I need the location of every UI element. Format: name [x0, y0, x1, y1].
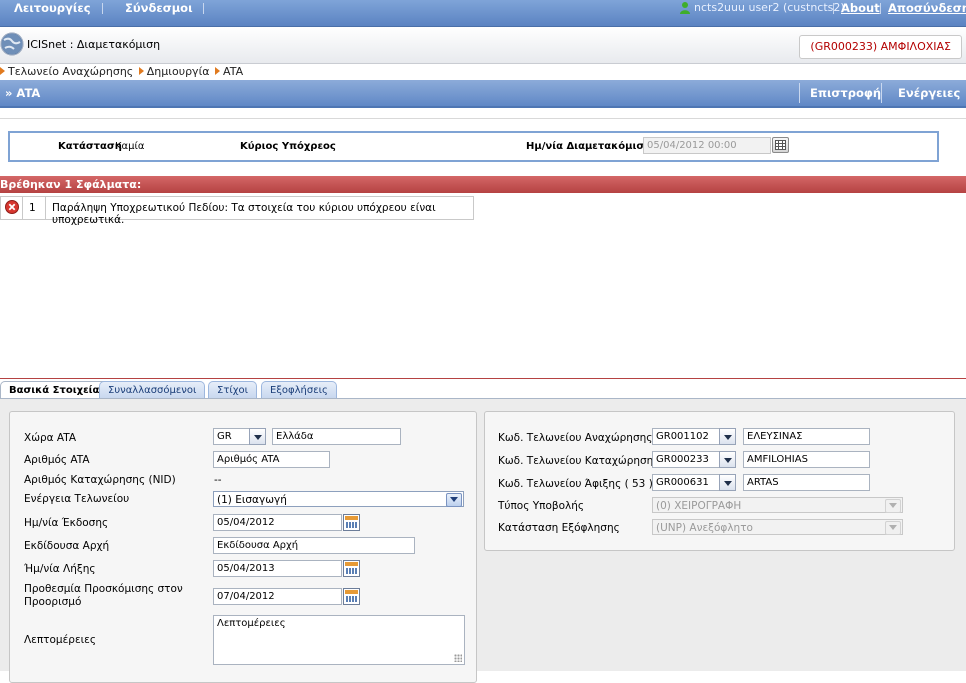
top-menu-bar: Λειτουργίες Σύνδεσμοι ncts2uuu user2 (cu… — [0, 0, 966, 27]
form-area: Χώρα ATA GR Ελλάδα Αριθμός ATA Αριθμός A… — [0, 399, 966, 683]
arrival-office-dropdown[interactable] — [719, 474, 736, 491]
user-icon — [679, 1, 691, 14]
breadcrumb-departure[interactable]: Τελωνείο Αναχώρησης — [8, 65, 133, 78]
toolbar-separator — [799, 83, 800, 103]
state-label: Κατάσταση — [58, 141, 122, 152]
issue-date-label: Ημ/νία Έκδοσης — [24, 517, 109, 529]
breadcrumb-create[interactable]: Δημιουργία — [147, 65, 210, 78]
error-number: 1 — [29, 202, 36, 214]
details-textarea[interactable]: Λεπτομέρειες — [213, 615, 465, 665]
globe-logo-icon — [0, 32, 24, 56]
resize-grip-icon[interactable] — [454, 654, 462, 662]
cell-divider — [45, 197, 46, 219]
calendar-icon[interactable] — [343, 514, 360, 531]
expiry-date-label: Ήμ/νία Λήξης — [24, 563, 96, 575]
principal-label: Κύριος Υπόχρεος — [240, 141, 336, 152]
departure-office-dropdown[interactable] — [719, 428, 736, 445]
submission-type-select[interactable]: (0) ΧΕΙΡΟΓΡΑΦΗ — [652, 497, 903, 513]
app-header: ICISnet : Διαμετακόμιση (GR000233) ΑΜΦΙΛ… — [0, 27, 966, 64]
basic-info-panel: Χώρα ATA GR Ελλάδα Αριθμός ATA Αριθμός A… — [9, 411, 477, 683]
destination-deadline-label: Προθεσμία Προσκόμισης στον Προορισμό — [24, 583, 183, 608]
ata-number-label: Αριθμός ATA — [24, 454, 90, 466]
menu-links[interactable]: Σύνδεσμοι — [125, 0, 193, 16]
cell-divider — [22, 197, 23, 219]
menu-separator — [203, 3, 204, 14]
arrival-office-code[interactable]: GR000631 — [652, 474, 720, 491]
tab-traders[interactable]: Συναλλασσόμενοι — [99, 381, 206, 399]
details-text: Λεπτομέρειες — [217, 618, 286, 629]
issue-date-field[interactable]: 05/04/2012 — [213, 514, 342, 531]
divider — [0, 118, 966, 119]
breadcrumb-arrow-icon — [0, 67, 5, 75]
about-link[interactable]: About — [841, 0, 880, 16]
back-button[interactable]: Επιστροφή — [810, 80, 881, 106]
arrival-office-name[interactable]: ARTAS — [743, 474, 870, 491]
country-name-field[interactable]: Ελλάδα — [272, 428, 401, 445]
menu-operations[interactable]: Λειτουργίες — [14, 0, 91, 16]
tabs-top-line — [0, 378, 966, 379]
registration-office-name[interactable]: AMFILOHIAS — [743, 451, 870, 468]
nid-value: -- — [214, 474, 222, 486]
chevron-down-icon — [885, 521, 901, 535]
error-row: 1 Παράληψη Υποχρεωτικού Πεδίου: Τα στοιχ… — [0, 196, 474, 226]
destination-deadline-field[interactable]: 07/04/2012 — [213, 588, 342, 605]
customs-action-label: Ενέργεια Τελωνείου — [24, 493, 130, 505]
submission-type-label: Τύπος Υποβολής — [498, 500, 585, 512]
calendar-icon[interactable] — [343, 560, 360, 577]
ata-number-field[interactable]: Αριθμός ATA — [213, 451, 330, 468]
customs-action-value: (1) Εισαγωγή — [217, 494, 287, 506]
country-label: Χώρα ATA — [24, 432, 77, 444]
error-message: Παράληψη Υποχρεωτικού Πεδίου: Τα στοιχεί… — [52, 202, 436, 226]
transit-date-label: Ημ/νία Διαμετακόμισης — [526, 141, 658, 152]
breadcrumb-arrow-icon — [215, 67, 221, 75]
issuing-authority-field[interactable]: Εκδίδουσα Αρχή — [213, 537, 415, 554]
page-title-bar: » ATA Επιστροφή Ενέργειες — [0, 80, 966, 108]
registration-office-label: Κωδ. Τελωνείου Καταχώρησης — [498, 455, 660, 467]
actions-button[interactable]: Ενέργειες — [898, 80, 960, 106]
chevron-down-icon — [446, 493, 462, 507]
registration-office-dropdown[interactable] — [719, 451, 736, 468]
details-label: Λεπτομέρειες — [24, 634, 97, 646]
transit-date-field[interactable]: 05/04/2012 00:00 — [643, 137, 771, 154]
submission-type-value: (0) ΧΕΙΡΟΓΡΑΦΗ — [656, 500, 742, 512]
registration-office-code[interactable]: GR000233 — [652, 451, 720, 468]
error-icon — [5, 200, 19, 214]
country-code-field[interactable]: GR — [213, 428, 250, 445]
menu-separator — [880, 3, 881, 14]
departure-office-label: Κωδ. Τελωνείου Αναχώρησης — [498, 432, 653, 444]
departure-office-code[interactable]: GR001102 — [652, 428, 720, 445]
chevron-down-icon — [885, 499, 901, 513]
page-title: » ATA — [5, 86, 41, 100]
menu-separator — [833, 3, 834, 14]
tab-items[interactable]: Στίχοι — [208, 381, 258, 399]
breadcrumb-arrow-icon — [138, 67, 144, 75]
menu-separator — [102, 3, 103, 14]
state-value: Καμία — [115, 141, 145, 152]
settlement-status-select[interactable]: (UNP) Ανεξόφλητο — [652, 519, 903, 535]
errors-header: Βρέθηκαν 1 Σφάλματα: — [0, 176, 966, 193]
expiry-date-field[interactable]: 05/04/2013 — [213, 560, 342, 577]
app-title: ICISnet : Διαμετακόμιση — [27, 38, 161, 51]
country-dropdown-button[interactable] — [249, 428, 266, 445]
issuing-authority-label: Εκδίδουσα Αρχή — [24, 540, 110, 552]
calendar-grid-icon[interactable] — [772, 137, 789, 153]
settlement-status-value: (UNP) Ανεξόφλητο — [656, 522, 753, 534]
nid-label: Αριθμός Καταχώρησης (NID) — [24, 474, 176, 486]
logout-link[interactable]: Αποσύνδεση — [888, 0, 966, 16]
user-name: ncts2uuu user2 (custncts2) — [694, 1, 845, 14]
status-panel: Κατάσταση Καμία Κύριος Υπόχρεος Ημ/νία Δ… — [8, 131, 939, 162]
departure-office-name[interactable]: ΕΛΕΥΣΙΝΑΣ — [743, 428, 870, 445]
calendar-icon[interactable] — [343, 588, 360, 605]
settlement-status-label: Κατάσταση Εξόφλησης — [498, 522, 620, 534]
breadcrumb-ata: ATA — [223, 65, 244, 78]
arrival-office-label: Κωδ. Τελωνείου Άφιξης ( 53 ) — [498, 478, 653, 490]
tab-settlements[interactable]: Εξοφλήσεις — [261, 381, 337, 399]
customs-action-select[interactable]: (1) Εισαγωγή — [213, 491, 464, 507]
offices-panel: Κωδ. Τελωνείου Αναχώρησης GR001102 ΕΛΕΥΣ… — [484, 411, 955, 551]
toolbar-separator — [881, 83, 882, 103]
customs-office-badge: (GR000233) ΑΜΦΙΛΟΧΙΑΣ — [799, 35, 962, 59]
breadcrumb: Τελωνείο Αναχώρησης Δημιουργία ATA — [0, 64, 966, 79]
errors-title: Βρέθηκαν 1 Σφάλματα: — [0, 178, 142, 191]
